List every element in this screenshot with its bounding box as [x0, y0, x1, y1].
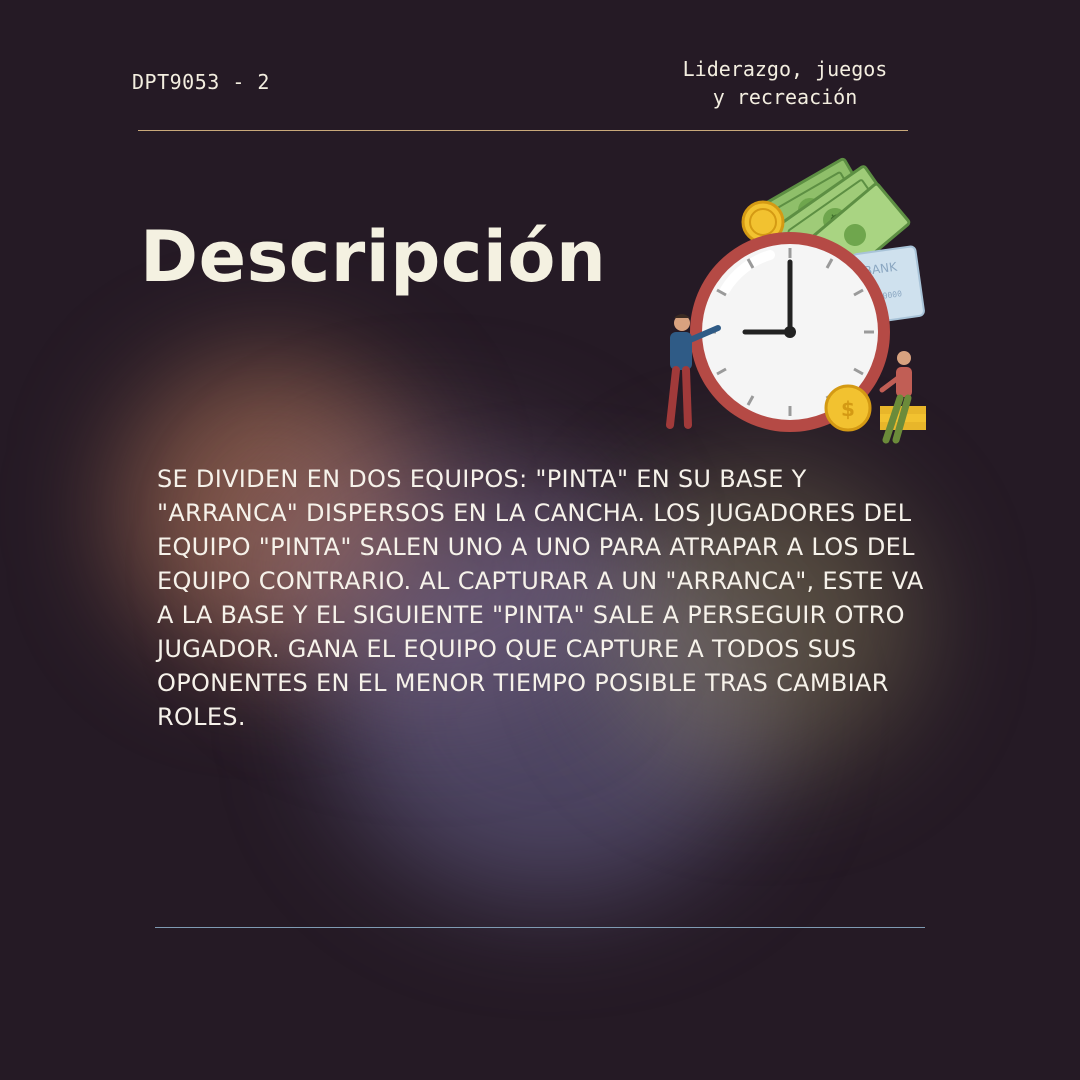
- course-subject-line: Liderazgo, juegos: [682, 57, 888, 81]
- header-divider: [138, 130, 908, 131]
- description-paragraph: SE DIVIDEN EN DOS EQUIPOS: "PINTA" EN SU…: [157, 465, 924, 731]
- time-is-money-illustration: $ BANK 000 0000: [666, 157, 926, 444]
- footer-divider: [155, 927, 925, 928]
- course-subject-line: y recreación: [712, 85, 858, 109]
- course-code: DPT9053 - 2: [132, 70, 270, 94]
- svg-text:$: $: [841, 397, 855, 421]
- page-title: Descripción: [140, 216, 607, 298]
- course-subject: Liderazgo, juegos y recreación: [650, 55, 920, 111]
